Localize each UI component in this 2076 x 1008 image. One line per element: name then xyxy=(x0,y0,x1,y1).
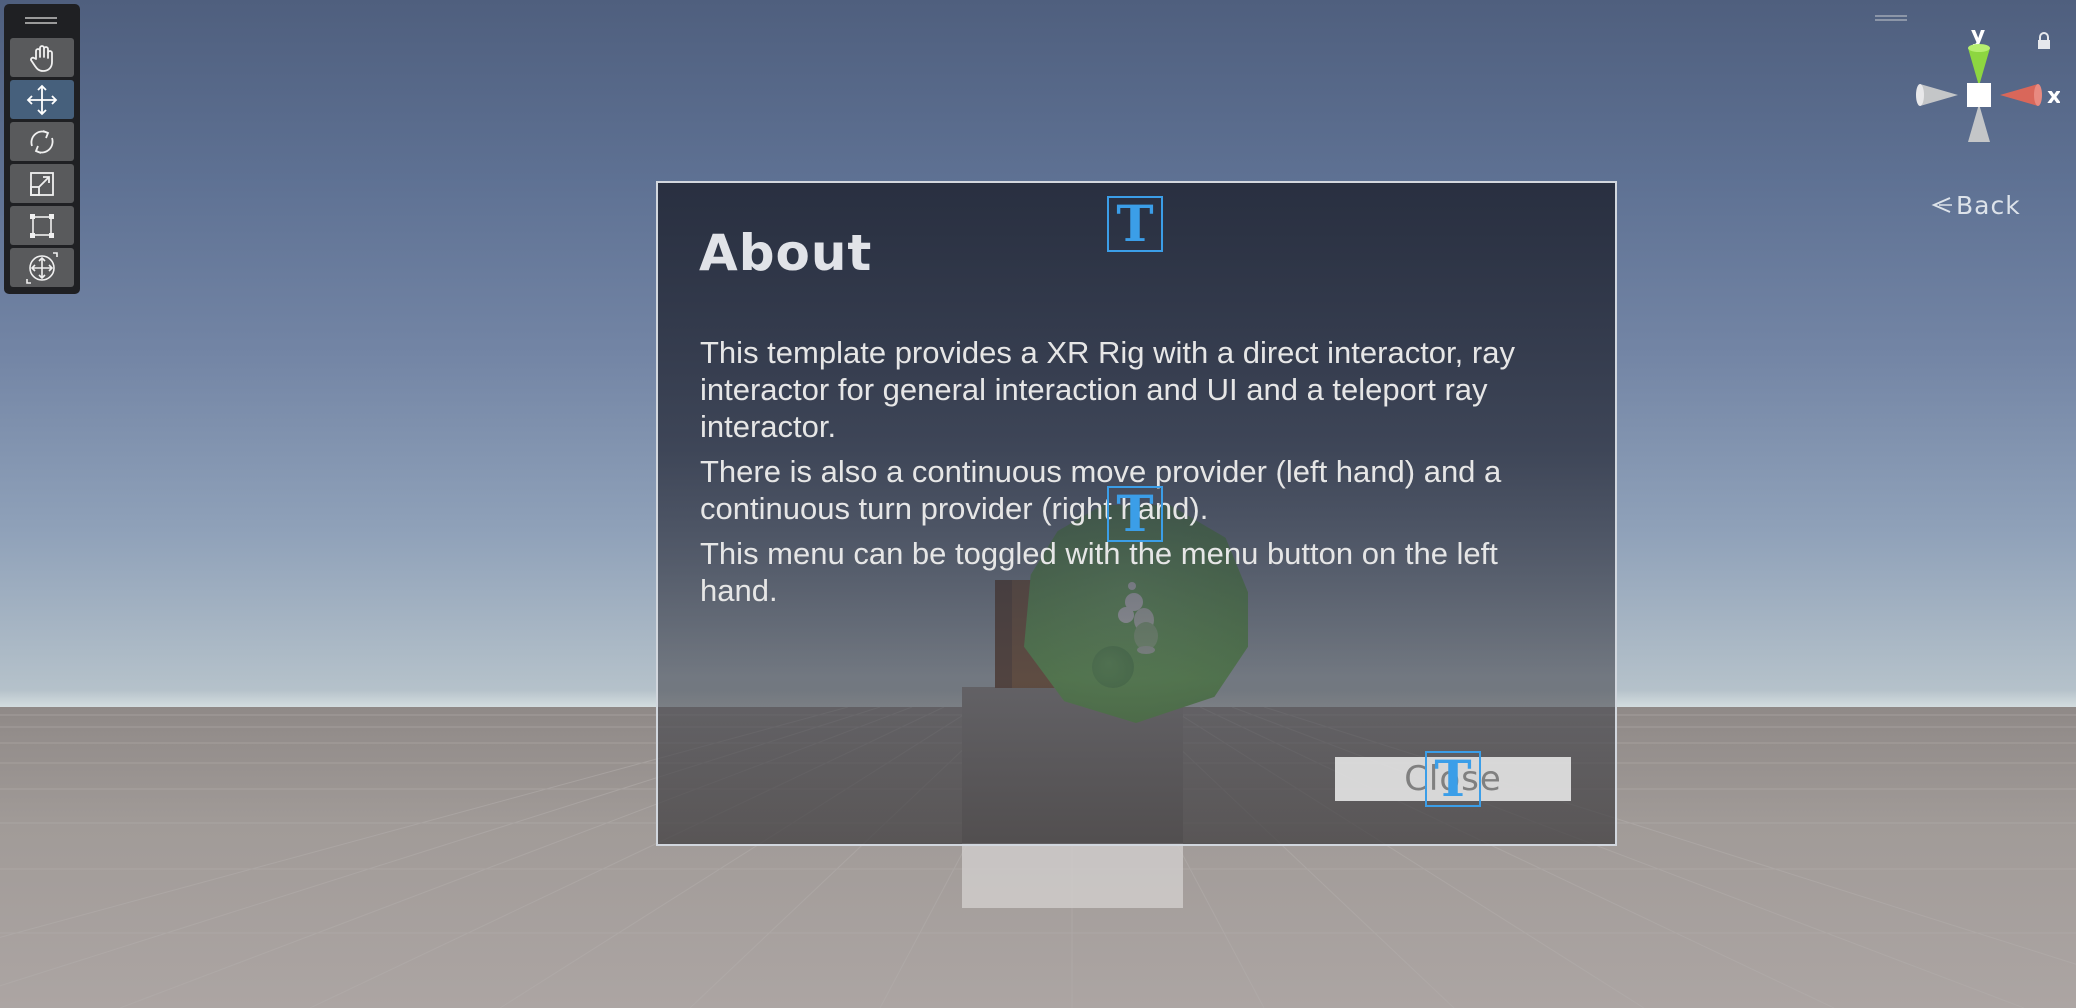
back-label: Back xyxy=(1956,190,2021,220)
about-title: About xyxy=(699,224,873,282)
transform-tool-button[interactable] xyxy=(10,248,74,287)
gizmo-x-label: x xyxy=(2047,84,2060,109)
scale-icon xyxy=(30,171,54,196)
scene-toolbar xyxy=(4,4,80,294)
toolbar-grip[interactable] xyxy=(25,17,57,26)
gizmo-handle[interactable] xyxy=(1875,15,1907,23)
gizmo-x-axis-cone xyxy=(2000,84,2038,106)
back-chevron-icon xyxy=(1931,197,1952,213)
move-arrows-icon xyxy=(26,84,58,115)
lock-icon[interactable] xyxy=(2036,32,2052,50)
hand-icon xyxy=(30,44,53,72)
about-text: This template provides a XR Rig with a d… xyxy=(700,334,1580,617)
hand-tool-button[interactable] xyxy=(10,38,74,77)
about-paragraph-1: This template provides a XR Rig with a d… xyxy=(700,335,1515,444)
gizmo-y-axis-cone xyxy=(1968,48,1990,86)
gizmo-neg-x-cone xyxy=(1920,84,1958,106)
about-paragraph-3: This menu can be toggled with the menu b… xyxy=(700,536,1498,608)
text-gizmo-icon-close[interactable]: T xyxy=(1425,751,1481,807)
rect-tool-button[interactable] xyxy=(10,206,74,245)
gizmo-center-cube xyxy=(1967,83,1991,107)
scale-tool-button[interactable] xyxy=(10,164,74,203)
back-button[interactable]: Back xyxy=(1930,188,2021,222)
text-gizmo-icon-body[interactable]: T xyxy=(1107,486,1163,542)
transform-icon xyxy=(26,251,58,284)
move-tool-button[interactable] xyxy=(10,80,74,119)
text-gizmo-icon-title[interactable]: T xyxy=(1107,196,1163,252)
rotate-icon xyxy=(30,129,54,154)
rect-transform-icon xyxy=(30,213,54,238)
gizmo-neg-y-cone xyxy=(1968,104,1990,142)
rotate-tool-button[interactable] xyxy=(10,122,74,161)
